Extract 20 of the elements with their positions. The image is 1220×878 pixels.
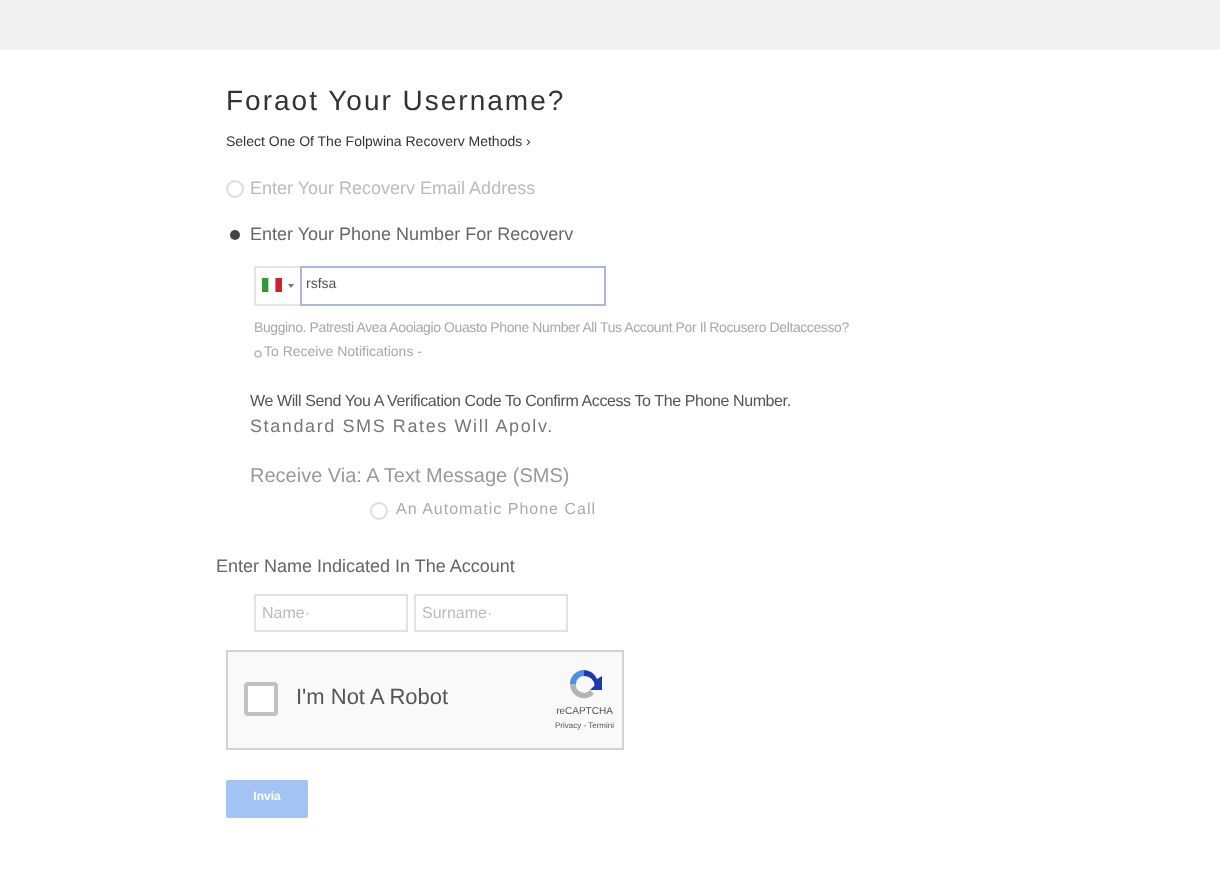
radio-label: Enter Your Phone Number For Recoverv bbox=[250, 222, 574, 248]
captcha-checkbox[interactable] bbox=[244, 682, 278, 716]
rates-text: Standard SMS Rates Will Apolv. bbox=[250, 413, 554, 440]
radio-label: An Automatic Phone Call bbox=[396, 498, 596, 522]
radio-button[interactable] bbox=[226, 226, 244, 245]
receive-via-text: Receive Via: A Text Message (SMS) bbox=[250, 464, 570, 492]
name-section-label: Enter Name Indicated In The Account bbox=[216, 554, 515, 580]
radio-button[interactable] bbox=[370, 501, 388, 519]
country-picker[interactable] bbox=[254, 265, 300, 305]
caret-icon bbox=[288, 283, 294, 287]
bullet-icon bbox=[254, 350, 262, 359]
page-title: Foraot Your Username? bbox=[226, 82, 566, 118]
radio-label: Enter Your Recoverv Email Address bbox=[250, 175, 536, 201]
verification-text: We Will Send You A Verification Code To Confirm Access To The Phone Number. bbox=[250, 389, 791, 413]
radio-button[interactable] bbox=[226, 179, 244, 198]
name-field[interactable]: Name· bbox=[254, 593, 408, 631]
flag-icon bbox=[262, 278, 282, 292]
surname-field[interactable]: Surname· bbox=[414, 593, 568, 631]
captcha-label: I'm Not A Robot bbox=[296, 684, 449, 715]
recaptcha-logo-icon bbox=[564, 665, 605, 702]
